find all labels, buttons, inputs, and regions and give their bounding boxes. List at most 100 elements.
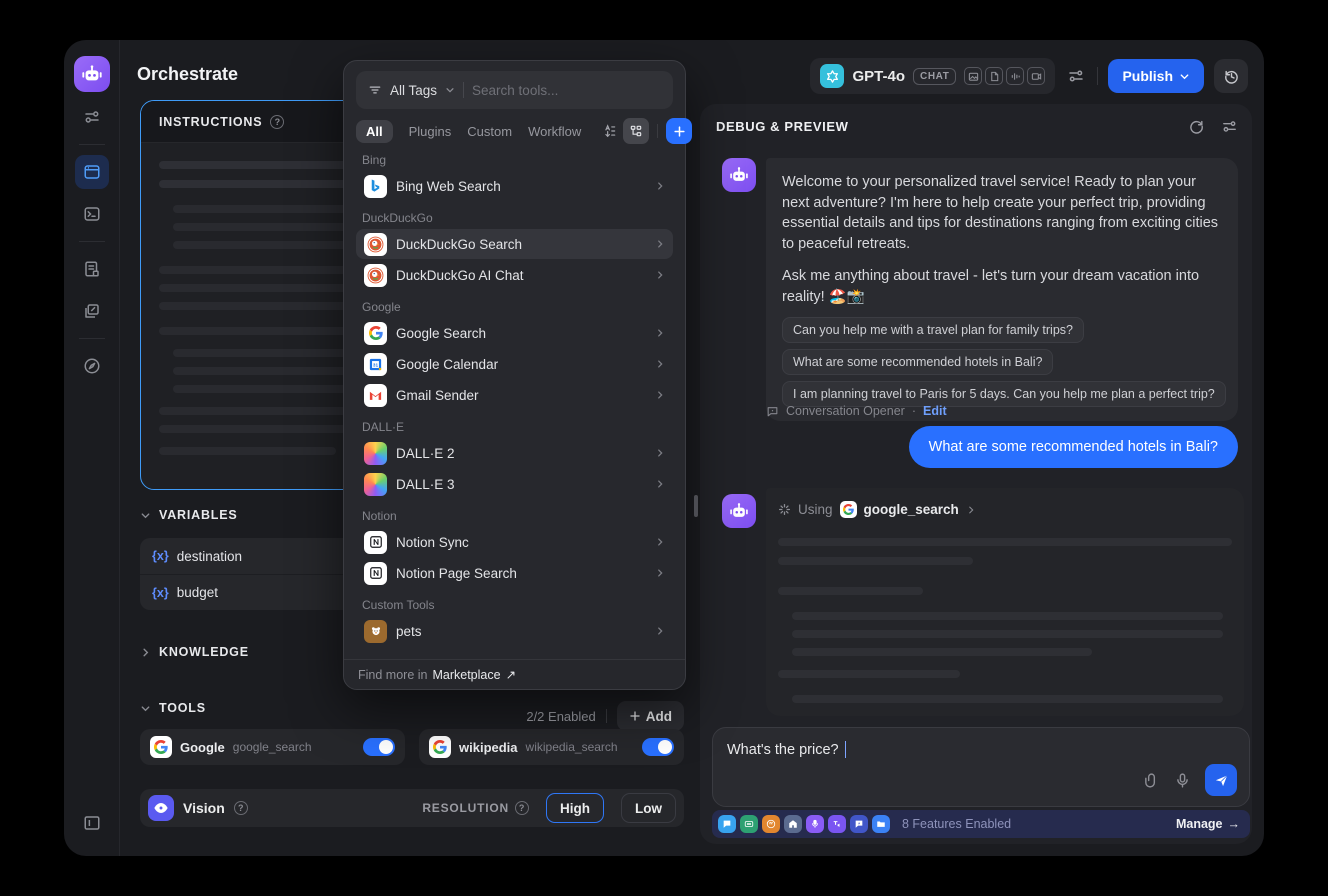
tool-row-gmail-sender[interactable]: Gmail Sender bbox=[356, 380, 673, 410]
create-tool-button[interactable] bbox=[666, 118, 692, 144]
knowledge-section-header[interactable]: KNOWLEDGE bbox=[140, 645, 249, 659]
sidebar-item-logs[interactable] bbox=[75, 252, 109, 286]
group-by-provider-icon[interactable] bbox=[623, 118, 649, 144]
preview-settings-icon[interactable] bbox=[1221, 118, 1238, 135]
tool-card-wikipedia[interactable]: wikipedia wikipedia_search bbox=[419, 729, 684, 765]
text-to-speech-icon bbox=[828, 815, 846, 833]
add-tool-button[interactable]: Add bbox=[617, 701, 684, 731]
tool-row-duckduckgo-search[interactable]: DuckDuckGo Search bbox=[356, 229, 673, 259]
sort-alphabetical-icon[interactable] bbox=[597, 118, 623, 144]
home-icon bbox=[784, 815, 802, 833]
resolution-low-button[interactable]: Low bbox=[621, 793, 676, 823]
chevron-right-icon bbox=[655, 537, 665, 547]
tool-row-dalle-3[interactable]: DALL·E 3 bbox=[356, 469, 673, 499]
chevron-right-icon bbox=[655, 239, 665, 249]
chevron-down-icon bbox=[140, 510, 151, 521]
tab-all[interactable]: All bbox=[356, 120, 393, 143]
variable-icon: {x} bbox=[152, 549, 169, 563]
model-selector[interactable]: GPT-4o CHAT bbox=[810, 58, 1055, 94]
variables-title: VARIABLES bbox=[159, 508, 238, 522]
tab-custom[interactable]: Custom bbox=[467, 124, 512, 139]
divider bbox=[463, 82, 464, 98]
tool-row-notion-sync[interactable]: Notion Sync bbox=[356, 527, 673, 557]
suggested-question[interactable]: Can you help me with a travel plan for f… bbox=[782, 317, 1084, 343]
manage-features-link[interactable]: Manage → bbox=[1176, 817, 1240, 831]
tag-filter-dropdown[interactable]: All Tags bbox=[390, 83, 437, 98]
help-icon[interactable]: ? bbox=[515, 801, 529, 815]
tool-row-google-search[interactable]: Google Search bbox=[356, 318, 673, 348]
tool-card-google[interactable]: Google google_search bbox=[140, 729, 405, 765]
caption-dots-icon bbox=[740, 815, 758, 833]
help-icon[interactable]: ? bbox=[270, 115, 284, 129]
microphone-icon[interactable] bbox=[1174, 772, 1191, 789]
chevron-right-icon bbox=[966, 505, 976, 515]
chat-input[interactable]: What's the price? bbox=[712, 727, 1250, 807]
gmail-icon bbox=[364, 384, 387, 407]
tool-call-header[interactable]: Using google_search bbox=[778, 501, 1232, 518]
send-button[interactable] bbox=[1205, 764, 1237, 796]
version-history-button[interactable] bbox=[1214, 59, 1248, 93]
app-window: Orchestrate GPT-4o CHAT Publish bbox=[64, 40, 1264, 856]
tool-list: Bing Bing Web Search DuckDuckGo DuckDuck… bbox=[352, 149, 677, 659]
chevron-right-icon bbox=[655, 359, 665, 369]
audio-capability-icon bbox=[1006, 67, 1024, 85]
knowledge-title: KNOWLEDGE bbox=[159, 645, 249, 659]
app-settings-icon[interactable] bbox=[1065, 67, 1087, 85]
google-tool-toggle[interactable] bbox=[363, 738, 395, 756]
variables-section-header[interactable]: VARIABLES bbox=[140, 508, 238, 522]
vision-label: Vision bbox=[183, 800, 225, 816]
tool-search-bar[interactable]: All Tags Search tools... bbox=[356, 71, 673, 109]
instructions-title: INSTRUCTIONS bbox=[159, 115, 262, 129]
wikipedia-tool-toggle[interactable] bbox=[642, 738, 674, 756]
tool-row-google-calendar[interactable]: 31 Google Calendar bbox=[356, 349, 673, 379]
notion-icon bbox=[364, 562, 387, 585]
edit-opener-link[interactable]: Edit bbox=[923, 404, 947, 418]
tab-workflow[interactable]: Workflow bbox=[528, 124, 581, 139]
welcome-text: Ask me anything about travel - let's tur… bbox=[782, 266, 1222, 307]
chevron-right-icon bbox=[655, 626, 665, 636]
section-label: Notion bbox=[362, 509, 667, 523]
marketplace-footer[interactable]: Find more in Marketplace ↗ bbox=[344, 659, 685, 689]
sidebar-item-explore[interactable] bbox=[75, 349, 109, 383]
chat-input-value: What's the price? bbox=[727, 742, 839, 758]
chevron-right-icon bbox=[655, 181, 665, 191]
publish-button[interactable]: Publish bbox=[1108, 59, 1204, 93]
tool-call-message-bubble: Using google_search bbox=[766, 488, 1244, 716]
restart-conversation-icon[interactable] bbox=[1188, 118, 1205, 135]
features-bar: 8 Features Enabled Manage → bbox=[712, 810, 1250, 838]
tool-row-notion-page-search[interactable]: Notion Page Search bbox=[356, 558, 673, 588]
tool-row-dalle-2[interactable]: DALL·E 2 bbox=[356, 438, 673, 468]
response-skeleton bbox=[778, 538, 1232, 703]
user-message-bubble: What are some recommended hotels in Bali… bbox=[909, 426, 1238, 468]
tool-row-bing-web-search[interactable]: Bing Web Search bbox=[356, 171, 673, 201]
pets-icon bbox=[364, 620, 387, 643]
external-link-arrow-icon: ↗ bbox=[506, 667, 516, 682]
sidebar-item-edit[interactable] bbox=[75, 294, 109, 328]
conversation-opener-icon bbox=[766, 405, 779, 418]
sidebar-item-orchestrate[interactable] bbox=[75, 155, 109, 189]
sidebar-divider bbox=[79, 338, 105, 339]
marketplace-link[interactable]: Marketplace bbox=[432, 668, 500, 682]
collapse-sidebar-icon[interactable] bbox=[75, 806, 109, 840]
tuning-sliders-icon[interactable] bbox=[75, 100, 109, 134]
search-input[interactable]: Search tools... bbox=[472, 83, 558, 98]
help-icon[interactable]: ? bbox=[234, 801, 248, 815]
section-label: Google bbox=[362, 300, 667, 314]
chevron-right-icon bbox=[655, 270, 665, 280]
tool-row-pets[interactable]: pets bbox=[356, 616, 673, 646]
attachment-icon[interactable] bbox=[1143, 772, 1160, 789]
sidebar-item-terminal[interactable] bbox=[75, 197, 109, 231]
bing-icon bbox=[364, 175, 387, 198]
dalle-icon bbox=[364, 473, 387, 496]
suggested-question[interactable]: What are some recommended hotels in Bali… bbox=[782, 349, 1053, 375]
sidebar-divider bbox=[79, 241, 105, 242]
resolution-high-button[interactable]: High bbox=[546, 793, 604, 823]
app-logo-robot-icon[interactable] bbox=[74, 56, 110, 92]
section-label: Bing bbox=[362, 153, 667, 167]
tool-row-duckduckgo-ai-chat[interactable]: DuckDuckGo AI Chat bbox=[356, 260, 673, 290]
chevron-right-icon bbox=[655, 390, 665, 400]
vision-card: Vision ? RESOLUTION ? High Low bbox=[140, 789, 684, 827]
popover-scrollbar[interactable] bbox=[694, 495, 698, 517]
tab-plugins[interactable]: Plugins bbox=[409, 124, 452, 139]
variable-icon: {x} bbox=[152, 586, 169, 600]
